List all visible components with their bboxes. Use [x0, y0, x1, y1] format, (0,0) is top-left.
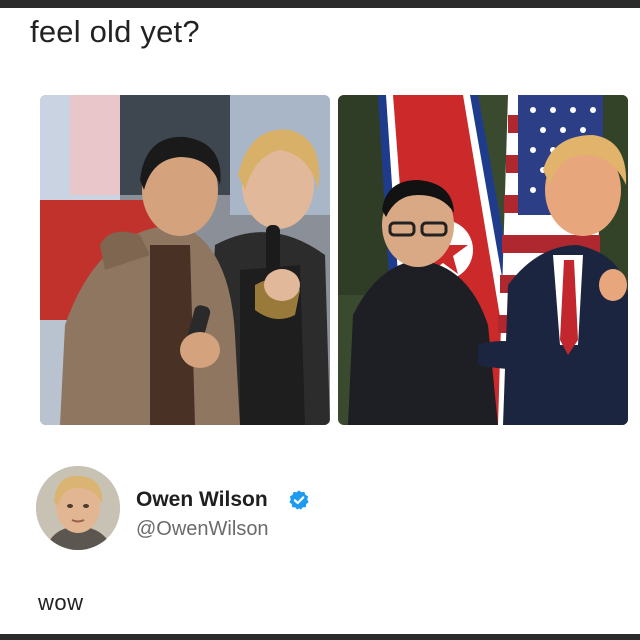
left-photo [40, 95, 330, 425]
bottom-border [0, 634, 640, 640]
tweet-author: Owen Wilson @OwenWilson [36, 466, 636, 556]
author-name[interactable]: Owen Wilson [136, 488, 268, 512]
top-border [0, 0, 640, 8]
meme-caption: feel old yet? [30, 14, 200, 49]
author-avatar[interactable] [36, 466, 120, 550]
author-handle[interactable]: @OwenWilson [136, 518, 269, 541]
verified-badge-icon [289, 490, 309, 510]
right-photo [338, 95, 628, 425]
tweet-text: wow [38, 590, 84, 615]
